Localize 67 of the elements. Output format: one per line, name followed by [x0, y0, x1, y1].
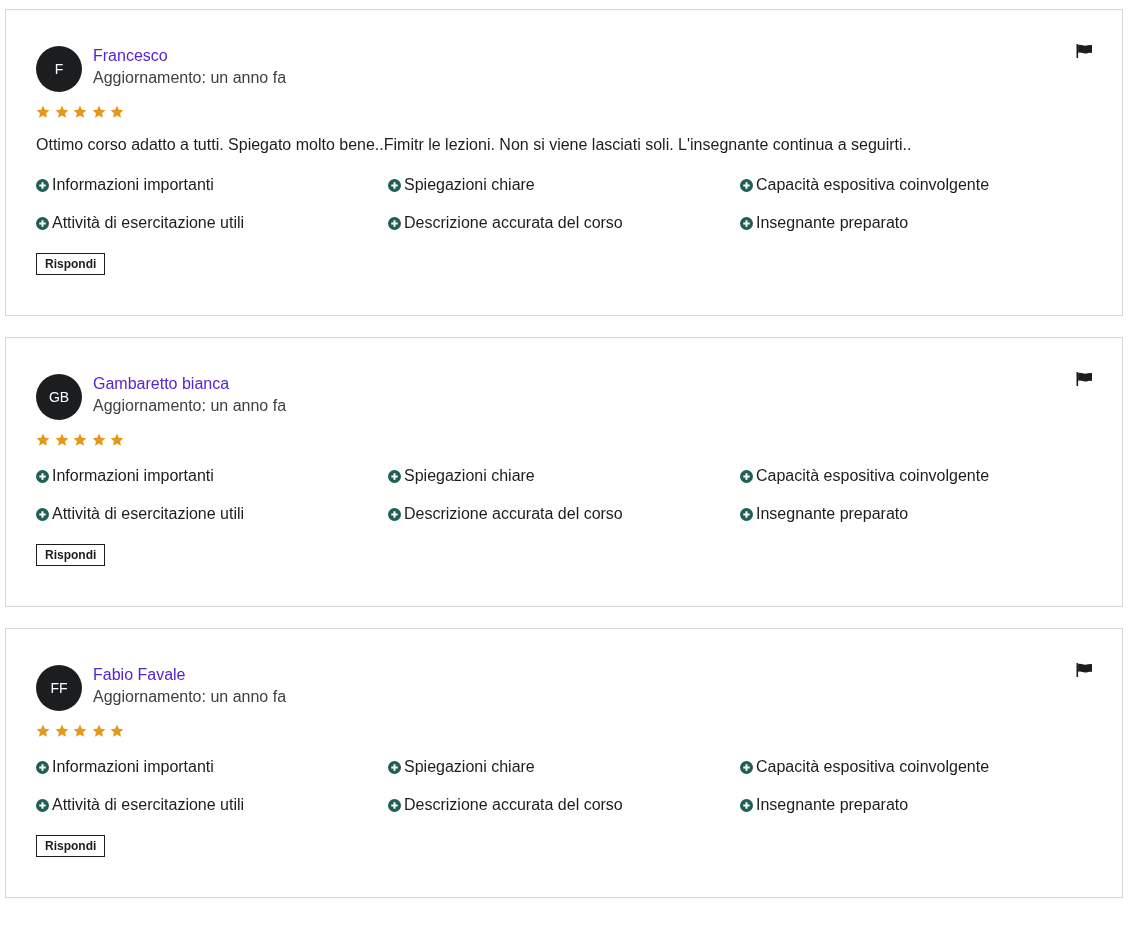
- tag-label: Insegnante preparato: [756, 213, 909, 233]
- plus-circle-icon: [740, 469, 753, 483]
- star-icon: [54, 724, 69, 738]
- plus-circle-icon: [388, 178, 401, 192]
- plus-circle-icon: [740, 798, 753, 812]
- plus-circle-icon: [388, 798, 401, 812]
- tag-label: Spiegazioni chiare: [404, 175, 535, 195]
- plus-circle-icon: [740, 760, 753, 774]
- star-icon: [91, 724, 106, 738]
- avatar: FF: [36, 665, 82, 711]
- update-time: Aggiornamento: un anno fa: [93, 687, 287, 707]
- star-icon: [110, 433, 124, 447]
- star-icon: [110, 105, 124, 119]
- tag-label: Capacità espositiva coinvolgente: [756, 175, 990, 195]
- star-icon: [73, 105, 87, 119]
- star-icon: [110, 724, 124, 738]
- review-text: Ottimo corso adatto a tutti. Spiegato molto bene..Fimitr le lezioni. Non si viene lasciati soli. L'insegnante continua a seguirti..: [36, 135, 913, 155]
- star-icon: [91, 105, 106, 119]
- star-icon: [73, 433, 87, 447]
- tag-label: Informazioni importanti: [52, 757, 214, 777]
- flag-icon[interactable]: [1076, 372, 1092, 386]
- tag-label: Descrizione accurata del corso: [404, 504, 623, 524]
- plus-circle-icon: [740, 216, 753, 230]
- tag-label: Informazioni importanti: [52, 175, 214, 195]
- plus-circle-icon: [36, 469, 49, 483]
- tag-label: Spiegazioni chiare: [404, 757, 535, 777]
- avatar: F: [36, 46, 82, 92]
- tag-label: Attività di esercitazione utili: [52, 795, 245, 815]
- reviewer-name[interactable]: Francesco: [93, 45, 168, 67]
- reviewer-name[interactable]: Fabio Favale: [93, 664, 186, 686]
- star-icon: [73, 724, 87, 738]
- reply-button[interactable]: Rispondi: [36, 835, 106, 857]
- tag-label: Insegnante preparato: [756, 795, 909, 815]
- tag-label: Insegnante preparato: [756, 504, 909, 524]
- avatar: GB: [36, 374, 82, 420]
- plus-circle-icon: [36, 216, 49, 230]
- plus-circle-icon: [740, 178, 753, 192]
- plus-circle-icon: [36, 507, 49, 521]
- flag-icon[interactable]: [1076, 663, 1092, 677]
- star-icon: [54, 105, 69, 119]
- flag-icon[interactable]: [1076, 44, 1092, 58]
- star-icon: [36, 724, 50, 738]
- reply-button[interactable]: Rispondi: [36, 544, 106, 566]
- tag-label: Descrizione accurata del corso: [404, 213, 623, 233]
- star-icon: [36, 105, 50, 119]
- tag-label: Attività di esercitazione utili: [52, 504, 245, 524]
- tag-label: Spiegazioni chiare: [404, 466, 535, 486]
- reviewer-name[interactable]: Gambaretto bianca: [93, 373, 230, 395]
- update-time: Aggiornamento: un anno fa: [93, 68, 287, 88]
- update-time: Aggiornamento: un anno fa: [93, 396, 287, 416]
- star-icon: [91, 433, 106, 447]
- tag-label: Descrizione accurata del corso: [404, 795, 623, 815]
- plus-circle-icon: [388, 507, 401, 521]
- tag-label: Capacità espositiva coinvolgente: [756, 466, 990, 486]
- reply-button[interactable]: Rispondi: [36, 253, 106, 275]
- plus-circle-icon: [36, 798, 49, 812]
- tag-label: Informazioni importanti: [52, 466, 214, 486]
- plus-circle-icon: [388, 469, 401, 483]
- plus-circle-icon: [388, 216, 401, 230]
- plus-circle-icon: [36, 760, 49, 774]
- tag-label: Capacità espositiva coinvolgente: [756, 757, 990, 777]
- plus-circle-icon: [388, 760, 401, 774]
- plus-circle-icon: [36, 178, 49, 192]
- star-icon: [36, 433, 50, 447]
- plus-circle-icon: [740, 507, 753, 521]
- tag-label: Attività di esercitazione utili: [52, 213, 245, 233]
- star-icon: [54, 433, 69, 447]
